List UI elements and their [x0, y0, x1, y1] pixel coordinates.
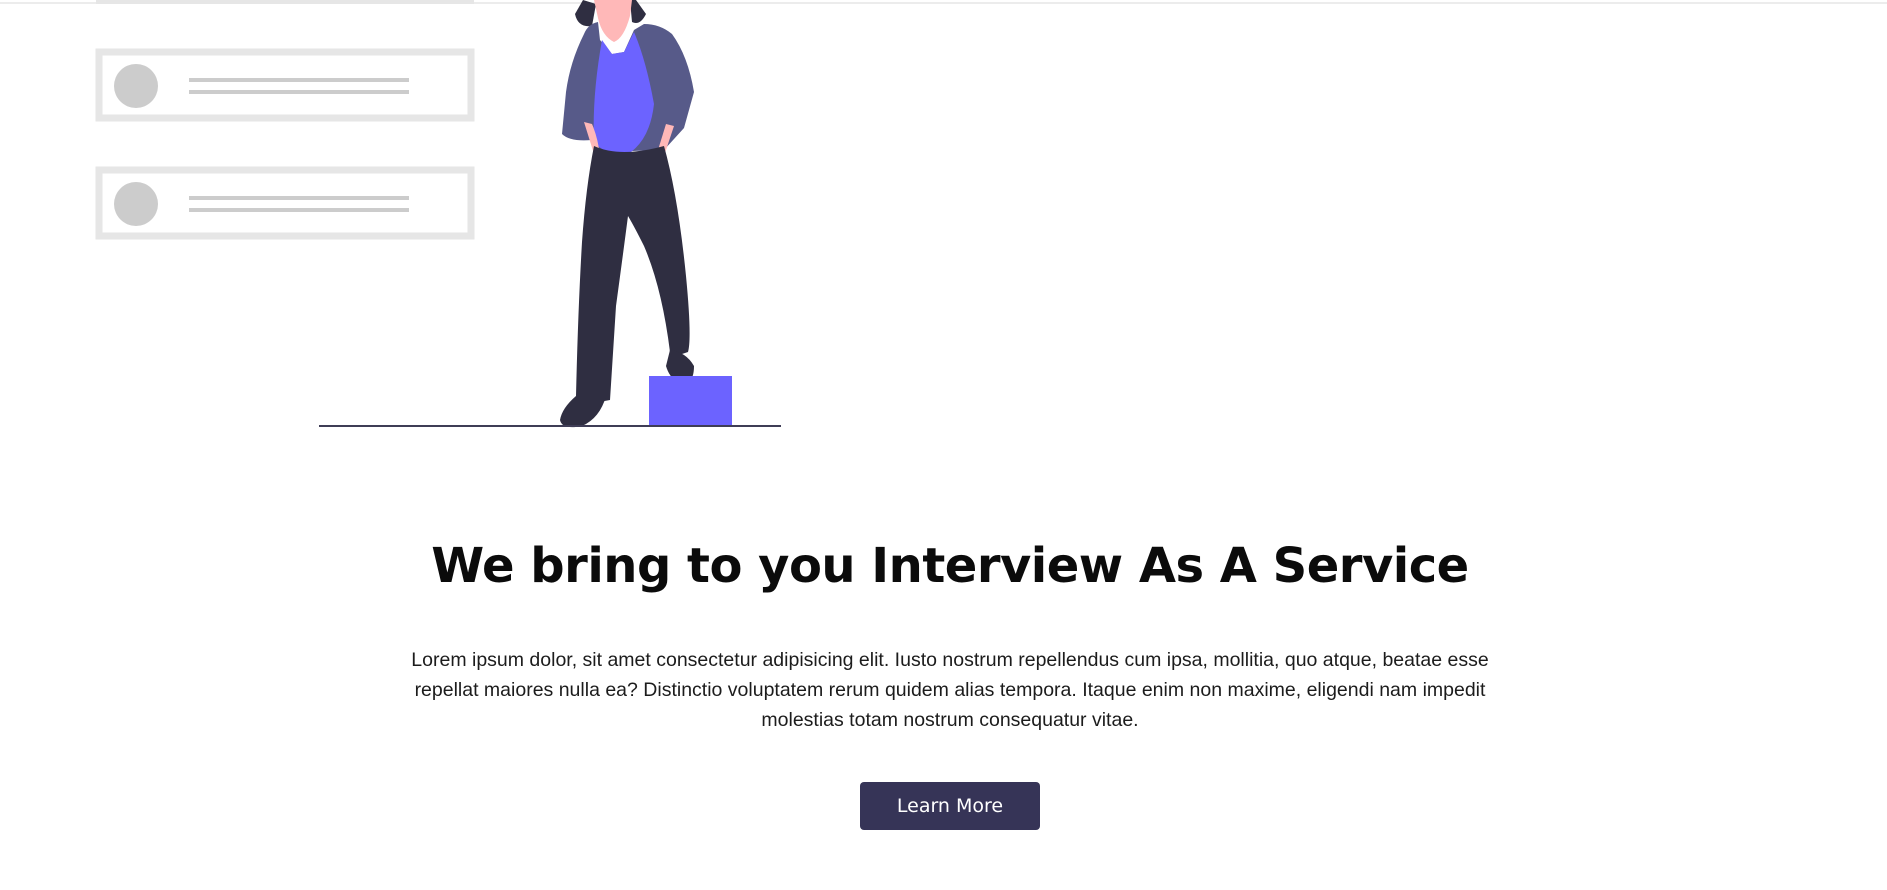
learn-more-button[interactable]: Learn More [860, 782, 1040, 830]
person-figure [560, 0, 694, 428]
hero-illustration [95, 0, 781, 428]
list-card-partial [96, 0, 474, 4]
avatar-placeholder-icon [114, 64, 158, 108]
hero-description: Lorem ipsum dolor, sit amet consectetur … [411, 649, 1489, 731]
ground-line [319, 425, 781, 427]
hero-title: We bring to you Interview As A Service [431, 538, 1469, 594]
box-shape [649, 376, 732, 426]
avatar-placeholder-icon [114, 182, 158, 226]
landing-page: We bring to you Interview As A Service L… [0, 0, 1887, 890]
list-card [95, 166, 475, 240]
list-card [95, 48, 475, 122]
